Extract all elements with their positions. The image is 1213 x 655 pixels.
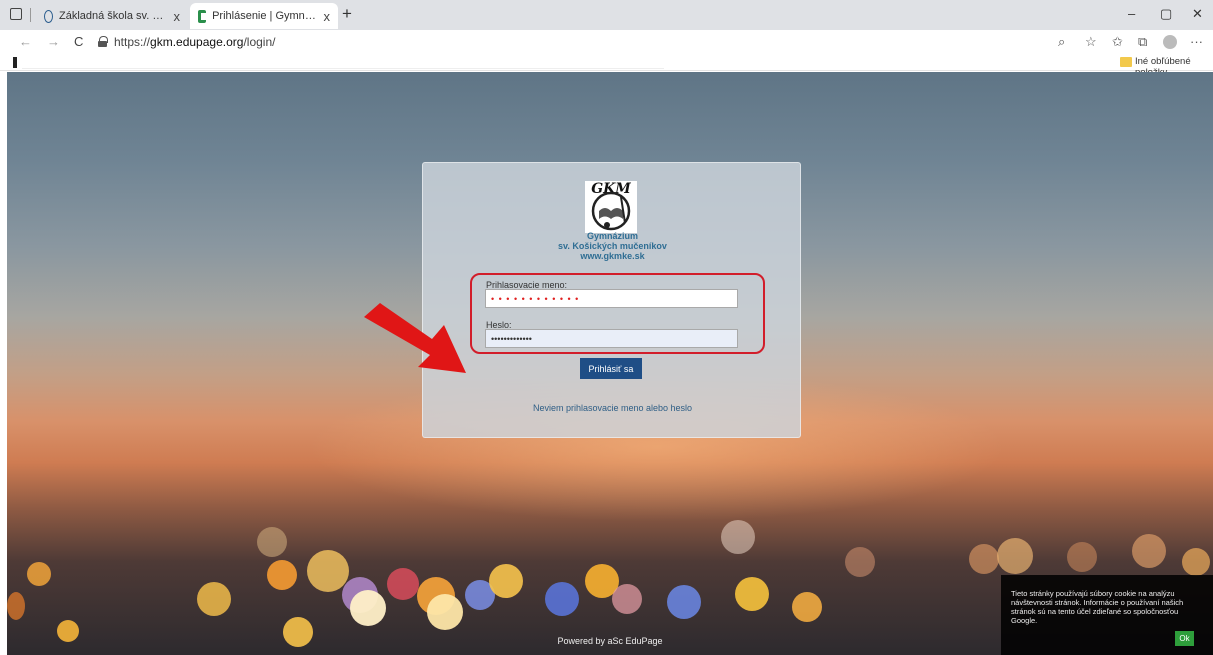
username-input[interactable]: • • • • • • • • • • • • xyxy=(485,289,738,308)
favorites-icon[interactable]: ✩ xyxy=(1112,34,1123,50)
login-card: GKM Gymnázium sv. Košických mučeníkov ww… xyxy=(422,162,801,438)
url-host: gkm.edupage.org xyxy=(150,35,244,49)
wordpress-favicon-icon xyxy=(44,9,53,23)
url-path: /login/ xyxy=(243,35,276,49)
bokeh-light xyxy=(792,592,822,622)
bokeh-light xyxy=(489,564,523,598)
bokeh-light xyxy=(969,544,999,574)
favorites-bar: Iné obľúbené položky xyxy=(0,54,1213,78)
bokeh-light xyxy=(307,550,349,592)
forgot-credentials-link[interactable]: Neviem prihlasovacie meno alebo heslo xyxy=(423,403,802,413)
folder-icon[interactable] xyxy=(1120,57,1132,67)
bokeh-light xyxy=(1067,542,1097,572)
tab-zakladna-skola[interactable]: Základná škola sv. Košických mu... x xyxy=(36,3,188,29)
url-field[interactable]: https://gkm.edupage.org/login/ xyxy=(114,35,275,49)
cookie-banner: Tieto stránky používajú súbory cookie na… xyxy=(1001,575,1213,655)
close-window-icon[interactable]: ✕ xyxy=(1192,6,1203,22)
tab-close-icon[interactable]: x xyxy=(324,9,331,24)
search-icon[interactable]: ⌕ xyxy=(1058,34,1065,50)
bokeh-light xyxy=(845,547,875,577)
login-button[interactable]: Prihlásiť sa xyxy=(580,358,642,379)
bokeh-light xyxy=(721,520,755,554)
bokeh-light xyxy=(997,538,1033,574)
school-website: www.gkmke.sk xyxy=(580,251,645,261)
school-name-line1: Gymnázium xyxy=(586,231,638,241)
browser-tab-bar: Základná škola sv. Košických mu... x Pri… xyxy=(0,0,1213,30)
tab-separator xyxy=(30,8,31,22)
password-input[interactable]: ••••••••••••• xyxy=(485,329,738,348)
url-prefix: https:// xyxy=(114,35,151,49)
minimize-icon[interactable]: – xyxy=(1128,6,1135,21)
back-icon[interactable]: ← xyxy=(19,34,32,49)
bokeh-light xyxy=(197,582,231,616)
red-arrow-icon xyxy=(364,303,466,373)
tab-title: Prihlásenie | Gymnázium sv. Koš... xyxy=(212,10,317,22)
cookie-ok-button[interactable]: Ok xyxy=(1175,631,1194,646)
school-name-line2: sv. Košických mučeníkov xyxy=(558,241,667,251)
collections-icon[interactable]: ⧉ xyxy=(1138,34,1147,50)
bokeh-light xyxy=(735,577,769,611)
address-bar: ← → C https://gkm.edupage.org/login/ ⌕ ☆… xyxy=(0,30,1213,54)
new-tab-button[interactable]: + xyxy=(342,4,352,24)
tab-close-icon[interactable]: x xyxy=(174,9,181,24)
bokeh-light xyxy=(27,562,51,586)
bokeh-light xyxy=(1132,534,1166,568)
tab-prihlasenie[interactable]: Prihlásenie | Gymnázium sv. Koš... x xyxy=(190,3,338,29)
bokeh-light xyxy=(667,585,701,619)
tab-actions-icon[interactable] xyxy=(10,8,22,20)
favorites-strip xyxy=(22,55,664,69)
profile-icon[interactable] xyxy=(1163,35,1177,49)
bokeh-light xyxy=(612,584,642,614)
school-crest-icon xyxy=(591,191,631,231)
bokeh-light xyxy=(387,568,419,600)
bokeh-light xyxy=(7,592,25,620)
bokeh-light xyxy=(350,590,386,626)
forward-icon[interactable]: → xyxy=(47,34,60,49)
more-icon[interactable]: ··· xyxy=(1190,34,1203,49)
add-favorite-icon[interactable]: ☆ xyxy=(1085,34,1097,50)
maximize-icon[interactable]: ▢ xyxy=(1160,6,1172,22)
edupage-favicon-icon xyxy=(198,9,209,23)
cookie-text: Tieto stránky používajú súbory cookie na… xyxy=(1011,589,1184,625)
school-logo: GKM xyxy=(585,181,637,233)
bokeh-light xyxy=(267,560,297,590)
lock-icon[interactable] xyxy=(98,36,108,47)
bookmark-marker xyxy=(13,57,17,68)
bokeh-light xyxy=(427,594,463,630)
bokeh-light xyxy=(257,527,287,557)
bokeh-light xyxy=(1182,548,1210,576)
page-background: GKM Gymnázium sv. Košických mučeníkov ww… xyxy=(7,72,1213,655)
refresh-icon[interactable]: C xyxy=(74,34,83,49)
bokeh-light xyxy=(545,582,579,616)
tab-title: Základná škola sv. Košických mu... xyxy=(59,10,168,22)
